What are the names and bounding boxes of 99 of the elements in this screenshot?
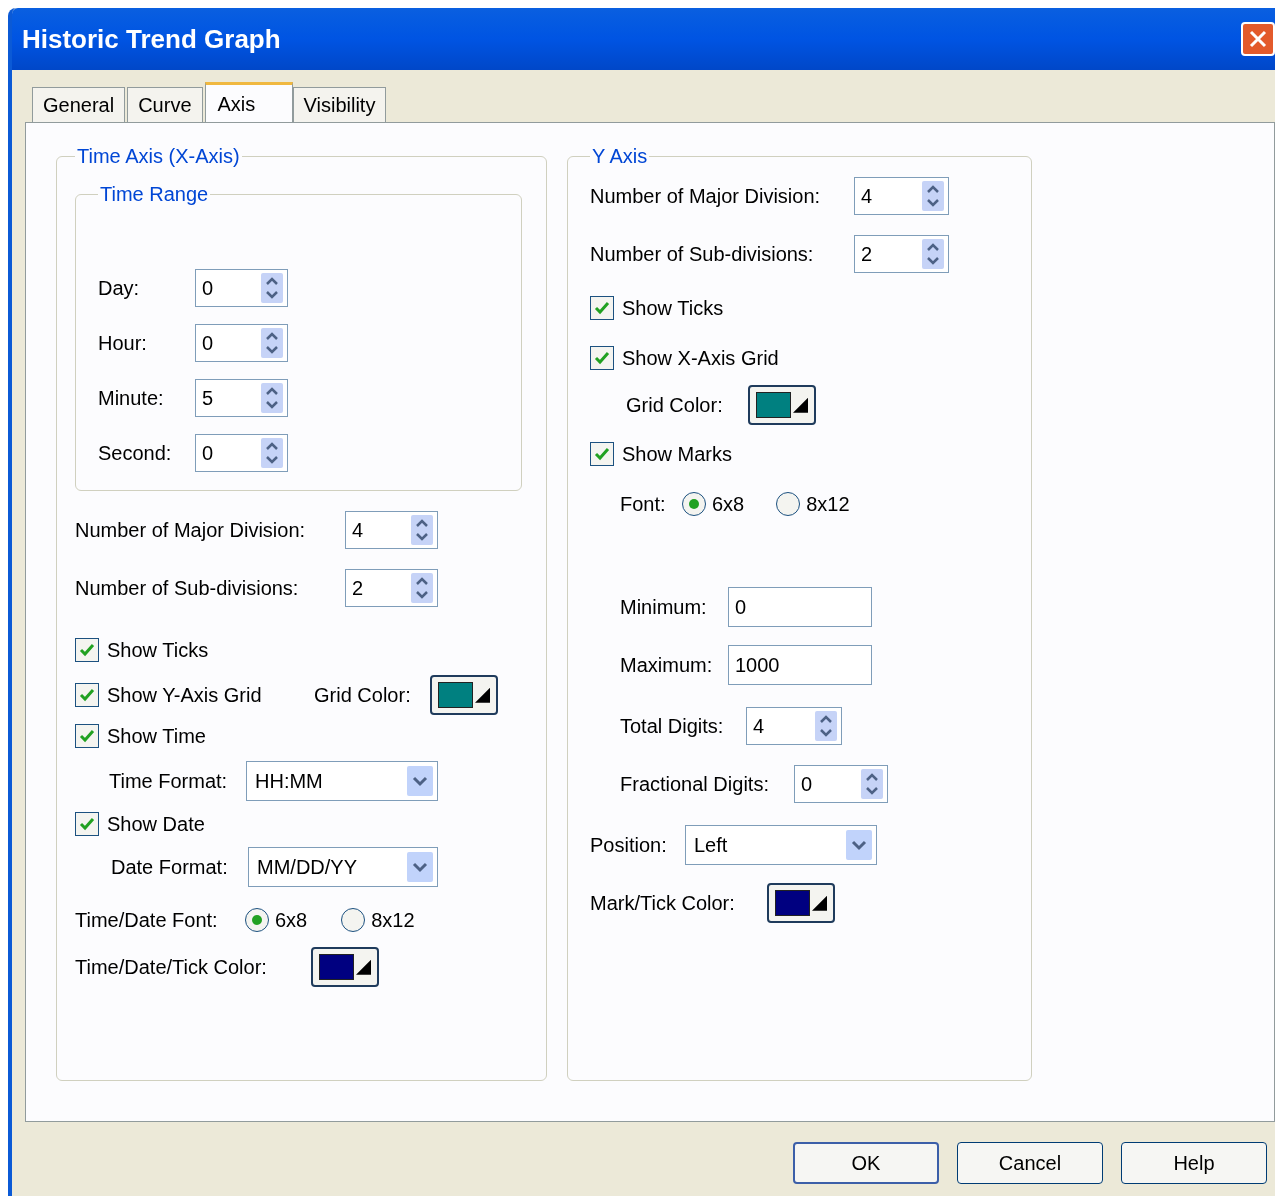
field-label: Number of Sub-divisions: <box>590 243 814 265</box>
radio-button[interactable] <box>245 908 269 932</box>
field-label: Number of Major Division: <box>590 185 821 207</box>
field-label: Font: <box>620 493 666 515</box>
field-label: Time/Date Font: <box>75 909 218 931</box>
field-label: Show X-Axis Grid <box>622 346 779 371</box>
field-label: Grid Color: <box>626 394 723 416</box>
color-picker-button[interactable] <box>311 947 379 987</box>
field-label: Second: <box>98 442 172 464</box>
spin-field[interactable]: 0 <box>794 765 888 803</box>
checkbox[interactable] <box>590 442 614 466</box>
field-label: 8x12 <box>806 492 850 517</box>
field-label: Show Y-Axis Grid <box>107 683 262 708</box>
spin-field[interactable]: 4 <box>746 707 842 745</box>
field-label: Total Digits: <box>620 715 724 737</box>
close-button[interactable] <box>1241 22 1275 56</box>
spin-arrows-icon[interactable] <box>261 273 283 303</box>
close-icon <box>1249 30 1267 48</box>
checkbox[interactable] <box>75 812 99 836</box>
corner-triangle-icon <box>792 397 808 413</box>
field-label: Minimum: <box>620 596 707 618</box>
spin-field[interactable]: 2 <box>854 235 949 273</box>
checkbox[interactable] <box>75 683 99 707</box>
color-picker-button[interactable] <box>767 883 835 923</box>
chevron-down-icon[interactable] <box>407 852 433 882</box>
field-label: Number of Major Division: <box>75 519 306 541</box>
corner-triangle-icon <box>355 959 371 975</box>
radio-button[interactable] <box>341 908 366 932</box>
spin-field[interactable]: 5 <box>195 379 288 417</box>
field-label: Hour: <box>98 332 147 354</box>
chevron-down-icon[interactable] <box>407 766 433 796</box>
spin-arrows-icon[interactable] <box>261 383 283 413</box>
dialog-button[interactable]: Cancel <box>957 1142 1103 1184</box>
checkmark-icon <box>594 447 610 461</box>
dropdown[interactable]: HH:MM <box>246 761 438 801</box>
spin-arrows-icon[interactable] <box>261 328 283 358</box>
spin-arrows-icon[interactable] <box>815 711 837 741</box>
tab[interactable]: Axis <box>204 82 293 122</box>
spin-arrows-icon[interactable] <box>922 181 944 211</box>
corner-triangle-icon <box>811 895 827 911</box>
field-label: 8x12 <box>371 908 415 933</box>
field-label: 6x8 <box>275 908 308 933</box>
checkmark-icon <box>79 688 95 702</box>
chevron-down-icon[interactable] <box>846 830 872 860</box>
checkbox[interactable] <box>75 724 99 748</box>
checkmark-icon <box>79 729 95 743</box>
checkmark-icon <box>594 301 610 315</box>
spin-arrows-icon[interactable] <box>411 515 433 545</box>
spin-field[interactable]: 0 <box>195 434 288 472</box>
spin-field[interactable]: 2 <box>345 569 438 607</box>
field-label: Show Date <box>107 812 205 837</box>
checkbox[interactable] <box>590 346 614 370</box>
group-title: Time Axis (X-Axis) <box>76 144 241 169</box>
field-label: Grid Color: <box>314 684 411 706</box>
field-label: Fractional Digits: <box>620 773 769 795</box>
window-title: Historic Trend Graph <box>22 22 281 56</box>
spin-field[interactable]: 0 <box>195 324 288 362</box>
spin-field[interactable]: 4 <box>345 511 438 549</box>
field-label: Number of Sub-divisions: <box>75 577 299 599</box>
checkmark-icon <box>79 643 95 657</box>
group-title: Time Range <box>99 182 210 207</box>
dialog-button[interactable]: OK <box>793 1142 939 1184</box>
radio-button[interactable] <box>682 492 706 516</box>
tab[interactable]: Curve <box>127 87 203 122</box>
field-label: 6x8 <box>712 492 745 517</box>
spin-field[interactable]: 4 <box>854 177 949 215</box>
checkmark-icon <box>79 817 95 831</box>
field-label: Time Format: <box>109 770 228 792</box>
text-field[interactable]: 1000 <box>728 645 872 685</box>
field-label: Position: <box>590 834 667 856</box>
field-label: Time/Date/Tick Color: <box>75 956 267 978</box>
radio-button[interactable] <box>776 492 801 516</box>
dialog-button[interactable]: Help <box>1121 1142 1267 1184</box>
field-label: Mark/Tick Color: <box>590 892 735 914</box>
checkbox[interactable] <box>75 638 99 662</box>
checkmark-icon <box>594 351 610 365</box>
dropdown[interactable]: MM/DD/YY <box>248 847 438 887</box>
color-picker-button[interactable] <box>430 675 498 715</box>
checkbox[interactable] <box>590 296 614 320</box>
field-label: Show Ticks <box>107 638 209 663</box>
spin-arrows-icon[interactable] <box>922 239 944 269</box>
spin-arrows-icon[interactable] <box>261 438 283 468</box>
corner-triangle-icon <box>474 687 490 703</box>
field-label: Show Time <box>107 724 206 749</box>
field-label: Date Format: <box>111 856 228 878</box>
field-label: Maximum: <box>620 654 713 676</box>
group-title: Y Axis <box>591 144 649 169</box>
field-label: Day: <box>98 277 140 299</box>
spin-arrows-icon[interactable] <box>861 769 883 799</box>
field-label: Minute: <box>98 387 164 409</box>
dropdown[interactable]: Left <box>685 825 877 865</box>
spin-arrows-icon[interactable] <box>411 573 433 603</box>
tab[interactable]: General <box>32 87 126 122</box>
field-label: Show Ticks <box>622 296 724 321</box>
spin-field[interactable]: 0 <box>195 269 288 307</box>
color-picker-button[interactable] <box>748 385 816 425</box>
text-field[interactable]: 0 <box>728 587 872 627</box>
field-label: Show Marks <box>622 442 733 467</box>
tab[interactable]: Visibility <box>292 87 387 122</box>
